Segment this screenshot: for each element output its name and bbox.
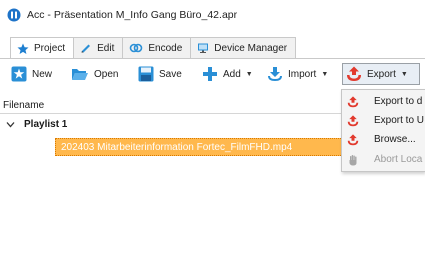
- import-button[interactable]: Import ▼: [267, 63, 328, 85]
- open-button[interactable]: Open: [71, 63, 118, 85]
- tab-encode-label: Encode: [148, 42, 183, 54]
- import-label: Import: [288, 68, 317, 80]
- menu-item-abort-local: Abort Loca: [342, 151, 425, 169]
- title-bar: Acc - Präsentation M_Info Gang Büro_42.a…: [0, 0, 425, 30]
- export-icon: [347, 115, 359, 127]
- tab-encode[interactable]: Encode: [122, 37, 192, 58]
- menu-item-export-to-disk[interactable]: Export to d: [342, 93, 425, 111]
- add-dropdown-arrow-icon: ▼: [245, 70, 253, 78]
- file-list-item-selected[interactable]: 202403 Mitarbeiterinformation Fortec_Fil…: [55, 138, 345, 156]
- tab-edit-label: Edit: [97, 42, 115, 54]
- export-icon: [347, 96, 359, 108]
- export-dropdown-arrow-icon: ▼: [400, 70, 408, 78]
- app-logo-icon: [7, 8, 21, 22]
- playlist-label: Playlist 1: [24, 119, 68, 130]
- filename-header-label: Filename: [3, 100, 45, 111]
- menu-item-label: Export to d: [374, 96, 423, 107]
- tab-edit[interactable]: Edit: [73, 37, 124, 58]
- save-label: Save: [159, 68, 182, 80]
- ribbon-tabs: Project Edit Encode Device Manager: [10, 37, 297, 59]
- new-star-icon: [11, 66, 27, 82]
- pencil-icon: [81, 44, 91, 53]
- open-label: Open: [94, 68, 119, 80]
- export-label: Export: [367, 68, 396, 80]
- add-label: Add: [223, 68, 241, 80]
- monitor-icon: [198, 43, 209, 53]
- chevron-down-icon[interactable]: [6, 120, 15, 129]
- menu-item-browse[interactable]: Browse...: [342, 131, 425, 149]
- menu-item-label: Export to U: [374, 115, 425, 126]
- menu-item-label: Abort Loca: [374, 154, 423, 165]
- export-icon: [347, 66, 361, 81]
- import-dropdown-arrow-icon: ▼: [321, 70, 329, 78]
- new-button[interactable]: New: [11, 63, 52, 85]
- tab-project-label: Project: [34, 43, 66, 54]
- star-icon: [17, 43, 29, 54]
- encode-icon: [130, 43, 143, 53]
- tab-project[interactable]: Project: [10, 37, 75, 59]
- save-disk-icon: [138, 66, 154, 82]
- export-icon: [347, 134, 359, 146]
- menu-item-label: Browse...: [374, 134, 416, 145]
- export-dropdown-menu: Export to d Export to U Browse... Abort …: [341, 89, 425, 172]
- hand-icon: [349, 155, 357, 166]
- save-button[interactable]: Save: [138, 63, 182, 85]
- folder-open-icon: [72, 69, 88, 80]
- tab-device-manager-label: Device Manager: [214, 42, 288, 54]
- new-label: New: [32, 68, 53, 80]
- export-button[interactable]: Export ▼: [342, 63, 420, 85]
- tab-device-manager[interactable]: Device Manager: [190, 37, 297, 58]
- window-title: Acc - Präsentation M_Info Gang Büro_42.a…: [27, 9, 238, 21]
- plus-icon: [203, 67, 217, 81]
- menu-item-export-to-usb[interactable]: Export to U: [342, 112, 425, 130]
- add-button[interactable]: Add ▼: [202, 63, 253, 85]
- toolbar: New Open Save Add ▼ Import ▼ Export ▼: [0, 58, 425, 90]
- import-icon: [268, 67, 282, 81]
- file-name: 202403 Mitarbeiterinformation Fortec_Fil…: [61, 142, 293, 153]
